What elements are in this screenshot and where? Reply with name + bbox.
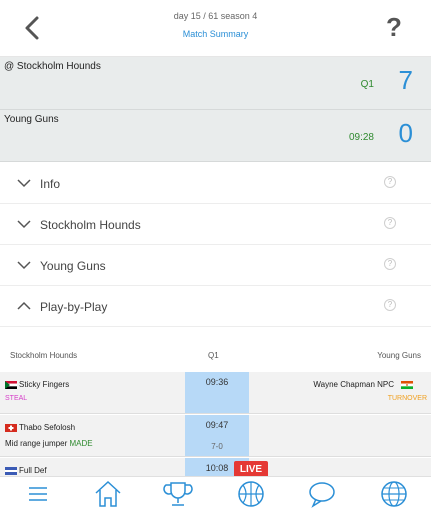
pbp-row: Thabo Sefolosh Mid range jumper MADE 09:… xyxy=(0,415,431,457)
away-action: TURNOVER xyxy=(387,395,427,402)
globe-icon xyxy=(381,481,407,507)
time-cell: 09:36 xyxy=(185,372,249,413)
nav-chat-button[interactable] xyxy=(306,479,338,509)
trophy-icon xyxy=(163,482,193,506)
home-player-name[interactable]: Full Def xyxy=(19,466,47,475)
home-action-row: Mid range jumper MADE xyxy=(5,439,93,448)
section-label: Play-by-Play xyxy=(40,300,108,314)
question-icon[interactable]: ? xyxy=(384,258,396,270)
home-icon xyxy=(95,480,121,507)
chevron-down-icon xyxy=(17,261,31,270)
home-player-name[interactable]: Thabo Sefolosh xyxy=(19,423,75,432)
event-time: 09:36 xyxy=(205,377,229,387)
nav-live-button[interactable] xyxy=(235,479,267,509)
game-period: Q1 xyxy=(360,79,374,90)
chat-icon xyxy=(309,482,335,508)
running-score: 7-0 xyxy=(211,442,223,451)
chevron-down-icon xyxy=(17,179,31,188)
shot-result: MADE xyxy=(69,439,93,448)
home-action: STEAL xyxy=(5,395,28,402)
section-young-guns[interactable]: Young Guns ? xyxy=(0,245,431,286)
flag-icon xyxy=(5,467,17,475)
away-team-score: 0 xyxy=(398,118,413,148)
section-label: Young Guns xyxy=(40,259,106,273)
menu-icon xyxy=(29,487,47,501)
nav-home-button[interactable] xyxy=(92,479,124,509)
question-icon[interactable]: ? xyxy=(384,176,396,188)
nav-menu-button[interactable] xyxy=(22,479,54,509)
flag-switzerland-icon xyxy=(5,424,17,432)
day-season-label: day 15 / 61 season 4 xyxy=(173,11,258,21)
section-stockholm-hounds[interactable]: Stockholm Hounds ? xyxy=(0,204,431,245)
shot-type: Mid range jumper xyxy=(5,439,68,448)
pbp-home-team: Stockholm Hounds xyxy=(10,351,78,360)
home-player-name[interactable]: Sticky Fingers xyxy=(19,380,69,389)
home-team-score-row: @ Stockholm Hounds Q1 7 xyxy=(0,57,431,110)
section-label: Info xyxy=(40,177,61,191)
bottom-nav xyxy=(0,476,431,512)
question-icon[interactable]: ? xyxy=(384,217,396,229)
help-button[interactable]: ? xyxy=(381,10,407,44)
away-team-name: Young Guns xyxy=(4,114,59,125)
top-bar: day 15 / 61 season 4 Match Summary ? xyxy=(0,0,431,57)
match-summary-link[interactable]: Match Summary xyxy=(0,29,431,39)
basketball-icon xyxy=(238,481,264,507)
flag-sudan-icon xyxy=(5,381,17,389)
question-icon[interactable]: ? xyxy=(384,299,396,311)
home-team-score: 7 xyxy=(398,65,413,95)
nav-world-button[interactable] xyxy=(378,479,410,509)
section-play-by-play[interactable]: Play-by-Play ? xyxy=(0,286,431,327)
chevron-down-icon xyxy=(17,220,31,229)
game-clock: 09:28 xyxy=(348,132,374,143)
nav-trophy-button[interactable] xyxy=(162,479,194,509)
home-team-name: @ Stockholm Hounds xyxy=(4,61,101,72)
flag-niger-icon xyxy=(401,381,413,389)
pbp-away-team: Young Guns xyxy=(377,351,421,360)
section-label: Stockholm Hounds xyxy=(40,218,141,232)
event-time: 09:47 xyxy=(205,420,229,430)
section-info[interactable]: Info ? xyxy=(0,163,431,204)
pbp-quarter: Q1 xyxy=(208,351,219,360)
chevron-up-icon xyxy=(17,301,31,310)
away-player-name[interactable]: Wayne Chapman NPC xyxy=(313,380,394,389)
time-cell: 09:47 7-0 xyxy=(185,415,249,456)
pbp-header: Stockholm Hounds Q1 Young Guns xyxy=(0,346,431,368)
away-team-score-row: Young Guns 09:28 0 xyxy=(0,110,431,162)
pbp-row: Sticky Fingers STEAL 09:36 Wayne Chapman… xyxy=(0,372,431,414)
